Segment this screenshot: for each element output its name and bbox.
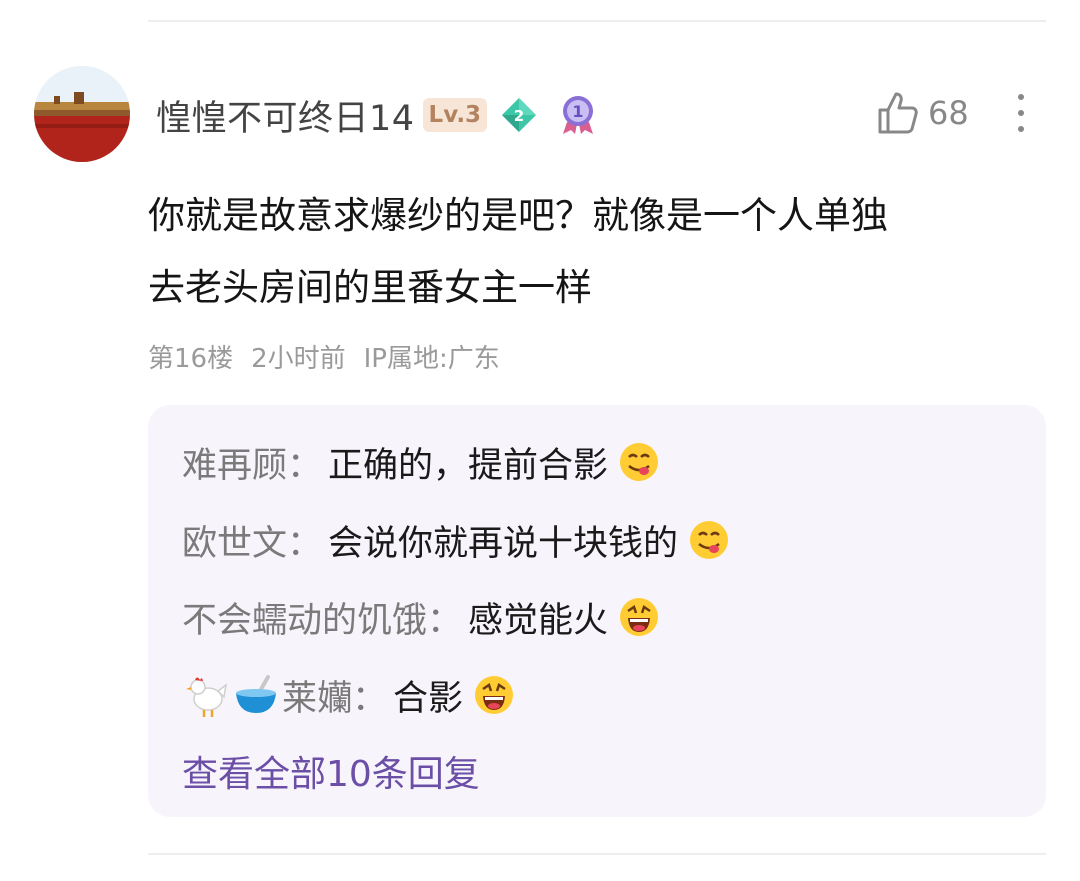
reply-author[interactable]: 莱孏 — [282, 670, 352, 721]
reply-item[interactable]: 难再顾 ： 正确的，提前合影 — [182, 432, 660, 492]
reply-author[interactable]: 难再顾 — [182, 437, 287, 488]
ip-location: IP属地:广东 — [363, 344, 500, 374]
comment-screen: 惶惶不可终日14 Lv.3 2 1 68 你就是故意求爆纱的是吧？就像是一个人单… — [0, 0, 1080, 881]
reply-text: 合影 — [393, 678, 464, 719]
floor-number: 第16楼 — [148, 344, 234, 374]
reply-text: 感觉能火 — [468, 600, 609, 641]
chicken-emoji-icon — [186, 677, 228, 717]
reply-text: 会说你就再说十块钱的 — [328, 523, 679, 564]
avatar[interactable] — [34, 66, 130, 162]
bottom-divider — [148, 853, 1046, 855]
comment-text-line: 你就是故意求爆纱的是吧？就像是一个人单独 — [148, 194, 888, 237]
like-count: 68 — [928, 94, 969, 132]
thumbs-up-icon — [878, 92, 918, 134]
replies-panel[interactable]: 难再顾 ： 正确的，提前合影 欧世文 ： 会说你就再说十块钱的 不会蠕动的饥饿 … — [148, 405, 1046, 817]
reply-item[interactable]: 莱孏 ： 合影 — [182, 665, 515, 725]
gem-badge-icon: 2 — [502, 98, 537, 132]
username[interactable]: 惶惶不可终日14 — [156, 90, 415, 141]
bowl-with-spoon-emoji-icon — [236, 675, 276, 713]
yum-face-emoji-icon — [620, 443, 659, 481]
reply-author[interactable]: 欧世文 — [182, 515, 287, 566]
post-time: 2小时前 — [251, 344, 346, 374]
like-button[interactable]: 68 — [876, 88, 969, 138]
reply-item[interactable]: 欧世文 ： 会说你就再说十块钱的 — [182, 510, 730, 570]
yum-face-emoji-icon — [690, 521, 729, 559]
medal-badge-icon: 1 — [563, 96, 594, 134]
comment-content: 你就是故意求爆纱的是吧？就像是一个人单独 去老头房间的里番女主一样 — [148, 180, 1048, 324]
gem-badge-number: 2 — [514, 107, 524, 125]
more-options-icon[interactable] — [1012, 92, 1030, 134]
reply-author[interactable]: 不会蠕动的饥饿 — [182, 592, 427, 643]
comment-meta: 第16楼 2小时前 IP属地:广东 — [148, 338, 500, 375]
level-badge: Lv.3 — [422, 98, 488, 132]
reply-separator: ： — [287, 445, 323, 486]
comment-text-line: 去老头房间的里番女主一样 — [148, 266, 592, 309]
grinning-face-emoji-icon — [620, 598, 659, 636]
comment-header: 惶惶不可终日14 Lv.3 2 1 — [156, 88, 597, 142]
reply-item[interactable]: 不会蠕动的饥饿 ： 感觉能火 — [182, 587, 660, 647]
reply-text: 正确的，提前合影 — [328, 445, 609, 486]
top-divider — [148, 20, 1046, 22]
grinning-face-emoji-icon — [475, 676, 514, 714]
medal-badge-number: 1 — [572, 102, 583, 121]
reply-separator: ： — [427, 600, 463, 641]
view-all-replies-link[interactable]: 查看全部10条回复 — [182, 745, 480, 797]
reply-separator: ： — [352, 678, 388, 719]
reply-separator: ： — [287, 523, 323, 564]
